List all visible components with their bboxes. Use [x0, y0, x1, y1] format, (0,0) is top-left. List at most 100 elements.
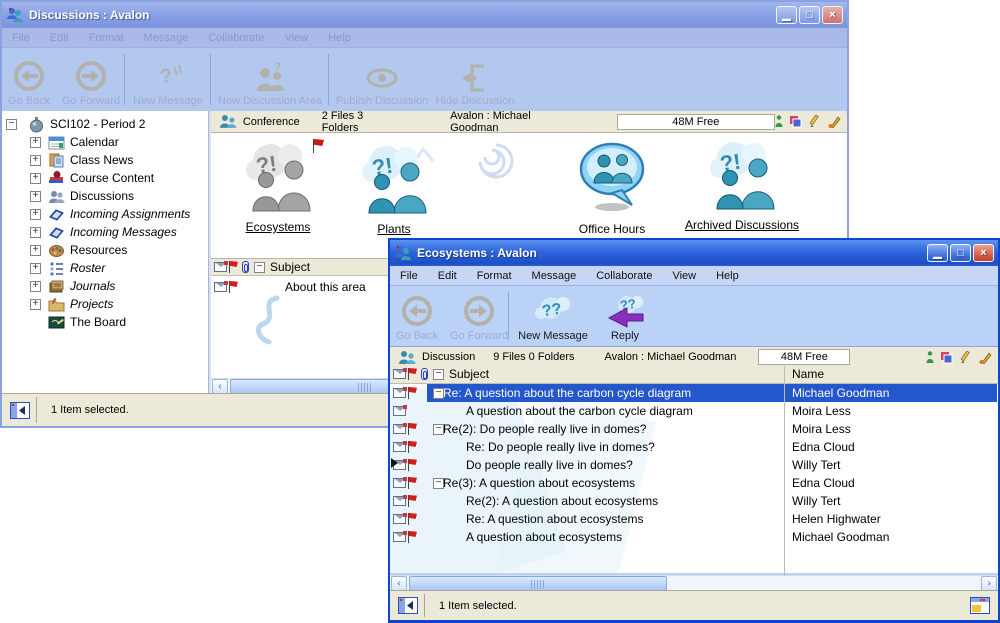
conference-icon-archived-discussions[interactable]: ?! Archived Discussions [677, 139, 807, 234]
message-subject: Re: A question about the carbon cycle di… [443, 384, 691, 402]
go-forward-button[interactable]: Go Forward [450, 294, 508, 342]
expand-minus-box[interactable]: − [6, 119, 17, 130]
menu-file[interactable]: File [2, 30, 40, 46]
go-back-button[interactable]: Go Back [8, 59, 50, 107]
collapse-all-box[interactable]: − [254, 262, 265, 273]
message-row[interactable]: − Re(2): Do people really live in domes?… [390, 420, 998, 438]
status-separator [36, 397, 37, 423]
horizontal-scrollbar[interactable]: ‹ › [390, 575, 998, 590]
pen-icon[interactable] [978, 351, 992, 364]
scroll-right-arrow[interactable]: › [981, 576, 997, 591]
expand-plus-box[interactable]: + [30, 209, 41, 220]
message-row[interactable]: − Do people really live in domes? Willy … [390, 456, 998, 474]
panel-toggle-icon[interactable] [10, 402, 30, 419]
sidebar-item-resources[interactable]: + Resources [2, 241, 208, 259]
conference-icon-label[interactable]: Plants [377, 222, 410, 236]
menu-view[interactable]: View [274, 30, 318, 46]
sidebar-item-incoming-assignments[interactable]: + Incoming Assignments [2, 205, 208, 223]
publish-discussion-button[interactable]: Publish Discussion [334, 63, 430, 107]
conference-kind: Discussion [422, 351, 475, 363]
menu-help[interactable]: Help [706, 268, 749, 284]
name-column-header[interactable]: Name [792, 366, 824, 383]
close-button[interactable]: × [973, 244, 994, 262]
sidebar-item-roster[interactable]: + Roster [2, 259, 208, 277]
reply-button[interactable]: ?? Reply [602, 294, 648, 342]
titlebar[interactable]: Discussions : Avalon ▁ □ × [2, 2, 847, 28]
message-row[interactable]: − Re(2): A question about ecosystems Wil… [390, 492, 998, 510]
conference-icon-label[interactable]: Office Hours [579, 222, 645, 236]
go-forward-button[interactable]: Go Forward [62, 59, 120, 107]
sidebar-item-course-content[interactable]: + Course Content [2, 169, 208, 187]
menu-view[interactable]: View [662, 268, 706, 284]
menu-help[interactable]: Help [318, 30, 361, 46]
menu-edit[interactable]: Edit [40, 30, 79, 46]
sidebar-item-class-news[interactable]: + Class News [2, 151, 208, 169]
scroll-left-arrow[interactable]: ‹ [391, 576, 407, 591]
close-button[interactable]: × [822, 6, 843, 24]
menu-edit[interactable]: Edit [428, 268, 467, 284]
person-status-icon[interactable] [926, 351, 934, 364]
hide-discussion-button[interactable]: Hide Discussion [430, 63, 520, 107]
sidebar-item-incoming-messages[interactable]: + Incoming Messages [2, 223, 208, 241]
menu-collaborate[interactable]: Collaborate [198, 30, 274, 46]
message-row[interactable]: − Re: A question about the carbon cycle … [390, 384, 998, 402]
message-row[interactable]: − A question about ecosystems Michael Go… [390, 528, 998, 546]
go-back-button[interactable]: Go Back [396, 294, 438, 342]
conference-icon-office-hours[interactable]: Office Hours [547, 141, 677, 238]
sidebar-item-sci102[interactable]: − SCI102 - Period 2 [2, 115, 208, 133]
scroll-left-arrow[interactable]: ‹ [212, 379, 228, 394]
menu-message[interactable]: Message [522, 268, 587, 284]
subject-column-header[interactable]: Subject [270, 259, 310, 276]
message-row[interactable]: − Re: A question about ecosystems Helen … [390, 510, 998, 528]
expand-plus-box[interactable]: + [30, 299, 41, 310]
maximize-button[interactable]: □ [950, 244, 971, 262]
expand-plus-box[interactable]: + [30, 173, 41, 184]
expand-plus-box[interactable]: + [30, 245, 41, 256]
collapse-thread-box[interactable]: − [433, 388, 444, 399]
menu-format[interactable]: Format [467, 268, 522, 284]
view-mode-icon[interactable] [970, 597, 990, 614]
pencil-icon[interactable] [959, 351, 972, 364]
minimize-button[interactable]: ▁ [776, 6, 797, 24]
sidebar-item-journals[interactable]: + Journals [2, 277, 208, 295]
conference-icon-label[interactable]: Archived Discussions [685, 218, 799, 232]
sidebar-item-discussions[interactable]: + Discussions [2, 187, 208, 205]
subject-column-header[interactable]: Subject [449, 366, 489, 383]
conference-icon-label[interactable]: Ecosystems [246, 220, 311, 234]
sidebar-item-the-board[interactable]: The Board [2, 313, 208, 331]
layers-icon[interactable] [940, 351, 953, 364]
column-divider[interactable] [784, 366, 785, 576]
new-discussion-area-button[interactable]: ? New Discussion Area [216, 61, 324, 107]
conference-icon-plants[interactable]: ?! Plants [329, 143, 459, 238]
expand-plus-box[interactable]: + [30, 155, 41, 166]
menu-file[interactable]: File [390, 268, 428, 284]
pencil-icon[interactable] [808, 115, 821, 128]
menu-collaborate[interactable]: Collaborate [586, 268, 662, 284]
expand-plus-box[interactable]: + [30, 137, 41, 148]
panel-toggle-icon[interactable] [398, 597, 418, 614]
message-row[interactable]: − Re: Do people really live in domes? Ed… [390, 438, 998, 456]
new-message-button[interactable]: ? New Message [130, 61, 206, 107]
expand-plus-box[interactable]: + [30, 227, 41, 238]
conference-icon-ecosystems[interactable]: ?! Ecosystems [213, 139, 343, 236]
message-list-header[interactable]: − Subject Name [390, 366, 998, 384]
expand-plus-box[interactable]: + [30, 191, 41, 202]
expand-plus-box[interactable]: + [30, 281, 41, 292]
new-message-button[interactable]: ?? New Message [514, 294, 592, 342]
scrollbar-thumb[interactable] [409, 576, 667, 591]
expand-plus-box[interactable]: + [30, 263, 41, 274]
titlebar[interactable]: Ecosystems : Avalon ▁ □ × [390, 240, 998, 266]
layers-icon[interactable] [789, 115, 802, 128]
sidebar-item-calendar[interactable]: + Calendar [2, 133, 208, 151]
minimize-button[interactable]: ▁ [927, 244, 948, 262]
splitter-collapse-arrow[interactable] [391, 458, 398, 468]
pen-icon[interactable] [827, 115, 841, 128]
message-row[interactable]: − A question about the carbon cycle diag… [390, 402, 998, 420]
menu-message[interactable]: Message [134, 30, 199, 46]
maximize-button[interactable]: □ [799, 6, 820, 24]
message-row[interactable]: − Re(3): A question about ecosystems Edn… [390, 474, 998, 492]
person-status-icon[interactable] [775, 115, 783, 128]
menu-format[interactable]: Format [79, 30, 134, 46]
collapse-all-box[interactable]: − [433, 369, 444, 380]
sidebar-item-projects[interactable]: + Projects [2, 295, 208, 313]
